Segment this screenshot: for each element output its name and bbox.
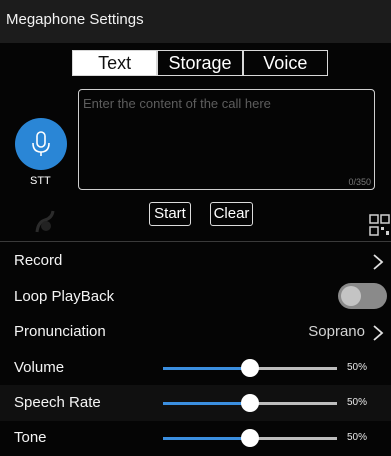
record-label: Record bbox=[14, 252, 63, 269]
slider-thumb[interactable] bbox=[241, 359, 259, 377]
volume-row: Volume 50% bbox=[0, 350, 391, 386]
stt-mic-button[interactable] bbox=[15, 118, 67, 170]
loop-playback-label: Loop PlayBack bbox=[14, 288, 115, 305]
pronunciation-row[interactable]: Pronunciation Soprano bbox=[0, 314, 391, 350]
mode-tabs: Text Storage Voice bbox=[72, 50, 328, 76]
tone-row: Tone 50% bbox=[0, 420, 391, 456]
chevron-right-icon bbox=[373, 325, 384, 341]
loop-playback-toggle[interactable] bbox=[338, 283, 387, 309]
chevron-right-icon bbox=[373, 254, 384, 270]
speech-rate-value: 50% bbox=[347, 397, 368, 408]
faded-icon bbox=[34, 208, 56, 234]
character-counter: 0/350 bbox=[348, 177, 371, 187]
pronunciation-label: Pronunciation bbox=[14, 323, 106, 340]
toggle-knob bbox=[341, 286, 361, 306]
volume-slider[interactable] bbox=[163, 359, 337, 377]
pronunciation-value: Soprano bbox=[308, 323, 365, 340]
tab-text[interactable]: Text bbox=[73, 51, 157, 75]
speech-rate-slider[interactable] bbox=[163, 394, 337, 412]
tone-value: 50% bbox=[347, 432, 368, 443]
loop-playback-row: Loop PlayBack bbox=[0, 279, 391, 315]
volume-label: Volume bbox=[14, 359, 65, 376]
call-content-placeholder: Enter the content of the call here bbox=[83, 96, 271, 111]
speech-rate-label: Speech Rate bbox=[14, 394, 101, 411]
page-title: Megaphone Settings bbox=[6, 11, 144, 28]
start-button[interactable]: Start bbox=[149, 202, 191, 226]
microphone-icon bbox=[32, 131, 50, 156]
call-content-input[interactable]: Enter the content of the call here 0/350 bbox=[78, 89, 375, 190]
slider-thumb[interactable] bbox=[241, 429, 259, 447]
slider-fill bbox=[163, 437, 250, 440]
speech-rate-row: Speech Rate 50% bbox=[0, 385, 391, 421]
tab-storage[interactable]: Storage bbox=[156, 51, 241, 75]
record-row[interactable]: Record bbox=[0, 243, 391, 279]
qr-code-icon[interactable] bbox=[369, 214, 391, 240]
section-divider bbox=[0, 241, 391, 242]
tab-voice[interactable]: Voice bbox=[241, 51, 327, 75]
tone-label: Tone bbox=[14, 429, 47, 446]
stt-label: STT bbox=[30, 175, 51, 187]
tone-slider[interactable] bbox=[163, 429, 337, 447]
slider-fill bbox=[163, 402, 250, 405]
volume-value: 50% bbox=[347, 362, 368, 373]
slider-thumb[interactable] bbox=[241, 394, 259, 412]
clear-button[interactable]: Clear bbox=[210, 202, 253, 226]
slider-fill bbox=[163, 367, 250, 370]
title-bar: Megaphone Settings bbox=[0, 0, 391, 43]
